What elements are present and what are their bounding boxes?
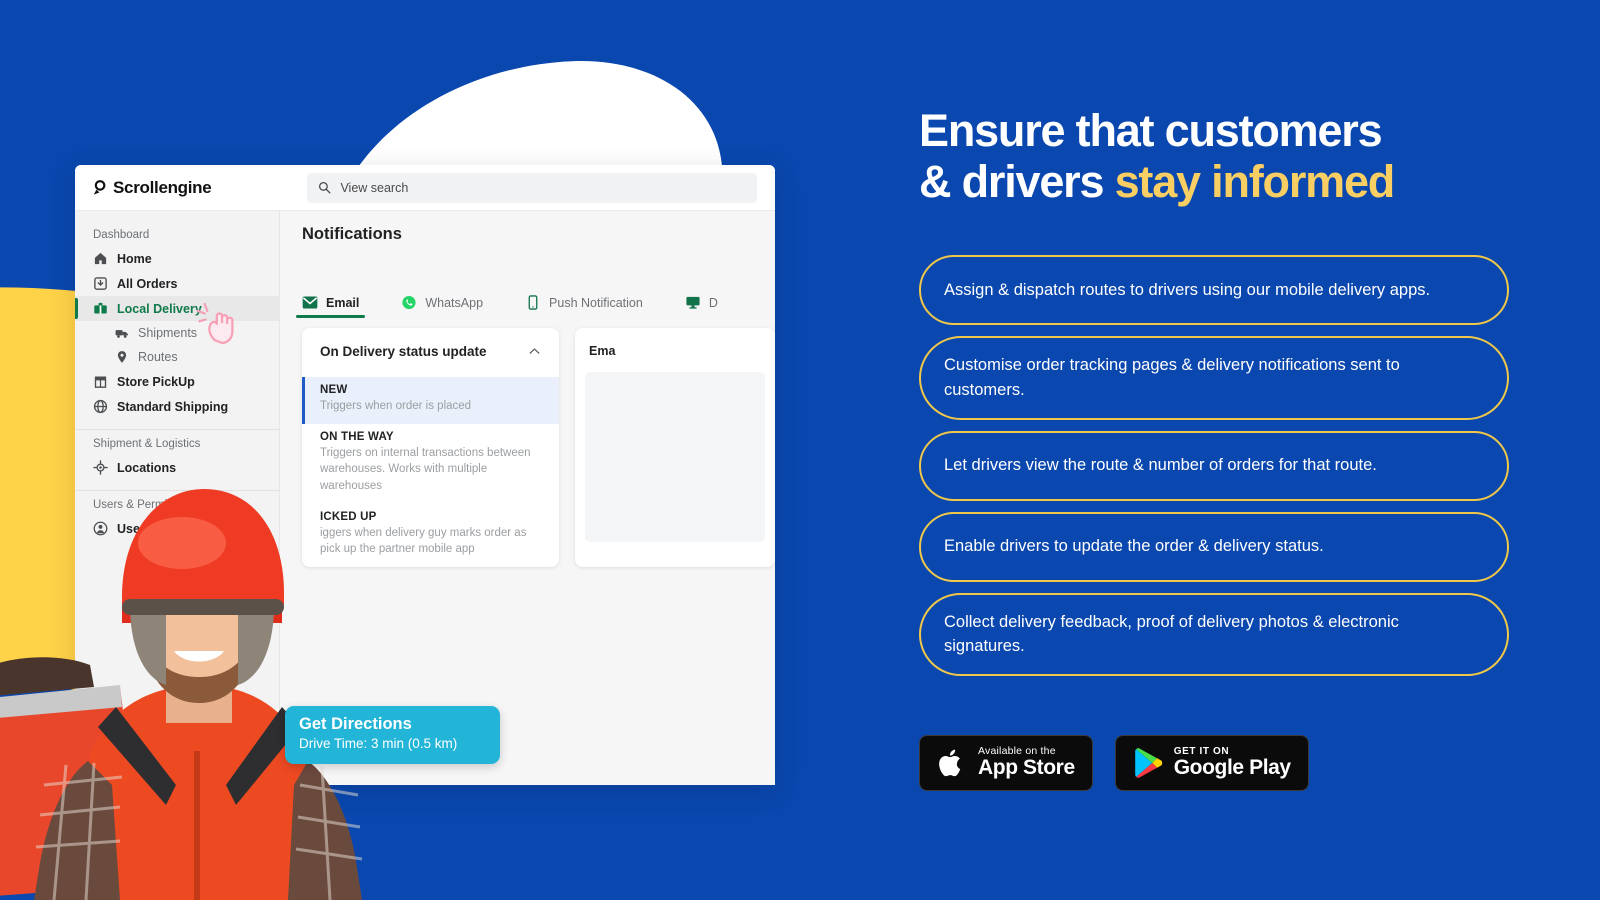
orders-icon — [94, 277, 107, 290]
sidebar-item-all-orders[interactable]: All Orders — [75, 271, 279, 296]
google-play-icon — [1134, 748, 1162, 778]
tab-push-notification[interactable]: Push Notification — [525, 295, 643, 318]
search-icon — [319, 181, 332, 194]
home-icon — [94, 252, 107, 265]
app-store-big: App Store — [978, 756, 1075, 780]
page-headline: Ensure that customers & drivers stay inf… — [919, 105, 1539, 208]
store-icon — [94, 376, 107, 388]
sidebar-section-dashboard: Dashboard — [93, 229, 150, 241]
brand: Scrollengine — [93, 177, 212, 198]
tab-email[interactable]: Email — [295, 295, 366, 318]
sidebar-item-label: Home — [117, 251, 152, 266]
sidebar-item-label: Local Delivery — [117, 301, 202, 316]
feature-pill: Enable drivers to update the order & del… — [919, 511, 1509, 582]
app-store-text: Available on the App Store — [978, 745, 1075, 780]
sidebar-item-local-delivery[interactable]: Local Delivery — [75, 296, 279, 321]
headline-line-2-plain: & drivers — [919, 156, 1115, 208]
sidebar-item-label: Routes — [138, 350, 178, 364]
headline-line-1: Ensure that customers — [919, 105, 1383, 156]
search-input[interactable]: View search — [307, 172, 757, 203]
card-header: On Delivery status update — [302, 344, 559, 359]
tab-whatsapp[interactable]: WhatsApp — [401, 295, 483, 318]
sidebar-item-home[interactable]: Home — [75, 246, 279, 271]
marketing-stage: Ensure that customers & drivers stay inf… — [900, 0, 1600, 900]
sidebar-item-routes[interactable]: Routes — [75, 345, 279, 369]
google-play-text: GET IT ON Google Play — [1174, 746, 1291, 780]
sidebar-item-label: Store PickUp — [117, 374, 195, 389]
feature-pill: Assign & dispatch routes to drivers usin… — [919, 255, 1509, 325]
sidebar-divider — [75, 429, 279, 430]
feature-pill: Collect delivery feedback, proof of deli… — [919, 592, 1509, 676]
sidebar-item-label: Shipments — [138, 326, 198, 340]
feature-pill-list: Assign & dispatch routes to drivers usin… — [919, 255, 1509, 676]
tap-hand-cursor-icon — [196, 302, 234, 345]
sidebar-section-shipment-logistics: Shipment & Logistics — [93, 438, 201, 450]
local-delivery-icon — [94, 302, 107, 314]
app-topbar: Scrollengine View search — [75, 165, 775, 211]
courier-photo — [0, 489, 363, 900]
whatsapp-icon — [402, 295, 416, 310]
sidebar-item-standard-shipping[interactable]: Standard Shipping — [75, 394, 279, 419]
envelope-icon — [302, 296, 318, 309]
apple-icon — [939, 749, 961, 777]
google-play-badge[interactable]: GET IT ON Google Play — [1114, 735, 1309, 791]
tab-label: WhatsApp — [425, 295, 484, 310]
sidebar-item-shipments[interactable]: Shipments — [75, 321, 279, 345]
headline-line-2-accent: stay informed — [1114, 156, 1396, 208]
tab-label: Push Notification — [549, 295, 643, 310]
desktop-icon — [686, 296, 700, 309]
search-placeholder: View search — [340, 180, 409, 195]
globe-icon — [93, 399, 108, 414]
brand-name: Scrollengine — [113, 177, 212, 197]
status-name: ON THE WAY — [320, 430, 394, 443]
scrollengine-logo-icon — [93, 180, 106, 195]
get-directions-badge[interactable]: Get Directions Drive Time: 3 min (0.5 km… — [285, 706, 500, 764]
mobile-icon — [528, 295, 538, 310]
email-preview-body — [585, 372, 765, 542]
store-badges: Available on the App Store GET IT ON Goo… — [919, 735, 1309, 791]
status-item-new[interactable]: NEW Triggers when order is placed — [302, 377, 559, 424]
page-title: Notifications — [302, 225, 402, 243]
feature-pill: Customise order tracking pages & deliver… — [919, 336, 1509, 420]
truck-icon — [115, 330, 128, 338]
chevron-up-icon[interactable] — [528, 345, 541, 358]
email-preview-title: Ema — [589, 344, 616, 358]
status-name: NEW — [320, 384, 348, 396]
pin-icon — [117, 351, 127, 363]
status-desc: Triggers when order is placed — [320, 400, 472, 412]
app-mock-stage: Scrollengine View search Dashboard Home — [0, 0, 800, 900]
tab-label: D — [708, 295, 718, 310]
directions-subtitle: Drive Time: 3 min (0.5 km) — [299, 735, 458, 751]
tab-label: Email — [326, 295, 360, 310]
tab-desktop[interactable]: D — [685, 295, 718, 318]
sidebar-item-store-pickup[interactable]: Store PickUp — [75, 369, 279, 394]
app-store-badge[interactable]: Available on the App Store — [919, 735, 1093, 791]
sidebar-item-label: Standard Shipping — [117, 399, 229, 414]
directions-title: Get Directions — [299, 715, 412, 733]
sidebar-item-label: All Orders — [117, 276, 178, 291]
card-title: On Delivery status update — [320, 344, 487, 359]
notification-tabs: Email WhatsApp Push Notification D — [295, 286, 775, 318]
email-preview-card: Ema — [575, 328, 775, 568]
feature-pill: Let drivers view the route & number of o… — [919, 430, 1509, 501]
google-play-big: Google Play — [1173, 756, 1291, 780]
